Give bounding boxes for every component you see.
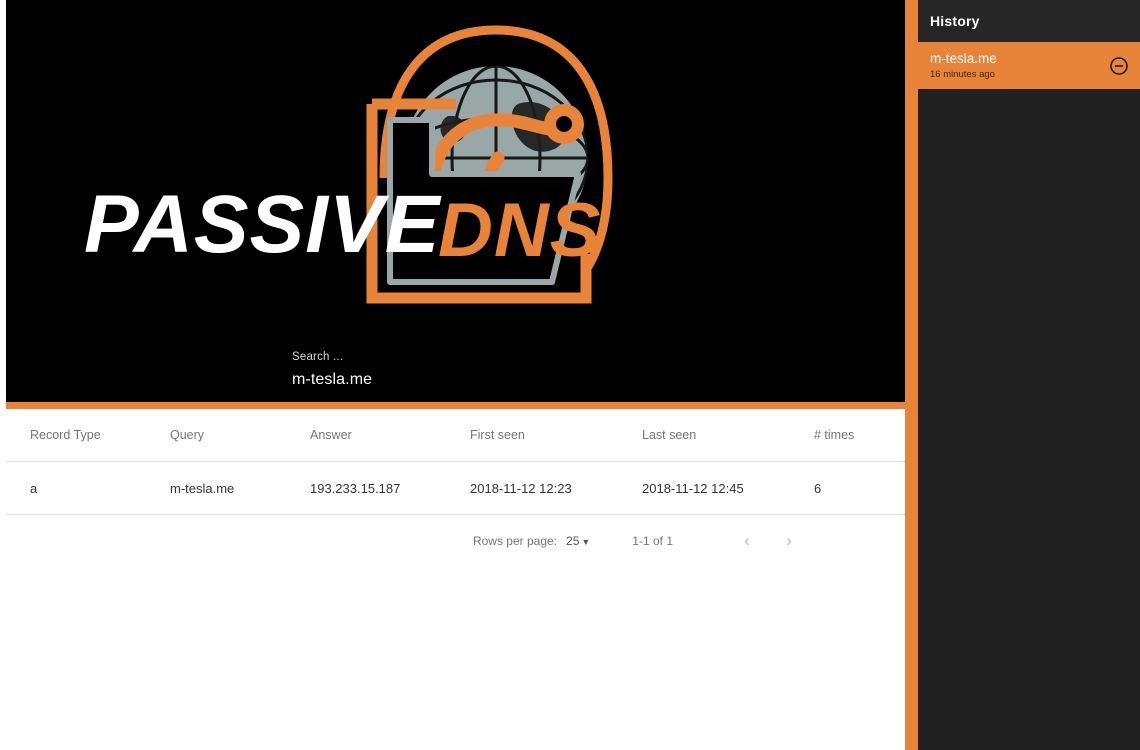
rows-per-page-value: 25 (566, 534, 580, 548)
cell-first-seen: 2018-11-12 12:23 (470, 461, 642, 515)
results-table: Record Type Query Answer First seen Last… (6, 409, 905, 515)
main-content: PASSIVE DNS Search ... Record Type Query (0, 0, 905, 750)
history-item-text: m-tesla.me 16 minutes ago (930, 51, 1108, 81)
chevron-down-icon: ▼ (581, 536, 591, 547)
table-row[interactable]: a m-tesla.me 193.233.15.187 2018-11-12 1… (6, 461, 905, 515)
history-title: History (918, 0, 1140, 42)
column-header-record-type[interactable]: Record Type (6, 409, 170, 462)
passive-dns-logo: PASSIVE DNS (66, 8, 626, 308)
remove-history-item-button[interactable] (1108, 55, 1130, 77)
hero-banner: PASSIVE DNS Search ... (6, 0, 905, 402)
next-page-button[interactable]: › (775, 527, 803, 555)
table-pagination: Rows per page: 25 ▼ 1-1 of 1 ‹ › (6, 515, 905, 567)
svg-text:PASSIVE: PASSIVE (84, 179, 442, 270)
history-list-item[interactable]: m-tesla.me 16 minutes ago (918, 42, 1140, 89)
column-header-last-seen[interactable]: Last seen (642, 409, 814, 462)
history-item-query: m-tesla.me (930, 50, 997, 66)
rows-per-page-select[interactable]: 25 ▼ (566, 534, 590, 548)
history-sidebar: History m-tesla.me 16 minutes ago (905, 0, 1140, 750)
circle-minus-icon (1110, 56, 1128, 75)
table-header-row: Record Type Query Answer First seen Last… (6, 409, 905, 462)
passive-dns-app: PASSIVE DNS Search ... Record Type Query (0, 0, 1140, 750)
search-input[interactable] (292, 368, 622, 392)
column-header-answer[interactable]: Answer (310, 409, 470, 462)
search-label: Search ... (292, 351, 344, 363)
history-list: m-tesla.me 16 minutes ago (918, 42, 1140, 89)
cell-record-type: a (6, 461, 170, 515)
previous-page-button[interactable]: ‹ (733, 527, 761, 555)
hero-accent-divider (6, 402, 905, 409)
svg-text:DNS: DNS (438, 188, 601, 273)
history-sidebar-inner: History m-tesla.me 16 minutes ago (918, 0, 1140, 750)
cell-last-seen: 2018-11-12 12:45 (642, 461, 814, 515)
cell-times: 6 (814, 461, 905, 515)
results-table-area: Record Type Query Answer First seen Last… (6, 409, 905, 567)
pagination-range: 1-1 of 1 (632, 534, 673, 548)
history-item-timestamp: 16 minutes ago (930, 68, 995, 80)
search-block: Search ... (292, 350, 622, 392)
column-header-first-seen[interactable]: First seen (470, 409, 642, 462)
column-header-query[interactable]: Query (170, 409, 310, 462)
cell-answer: 193.233.15.187 (310, 461, 470, 515)
column-header-times[interactable]: # times (814, 409, 905, 462)
rows-per-page-label: Rows per page: (472, 534, 558, 548)
cell-query: m-tesla.me (170, 461, 310, 515)
